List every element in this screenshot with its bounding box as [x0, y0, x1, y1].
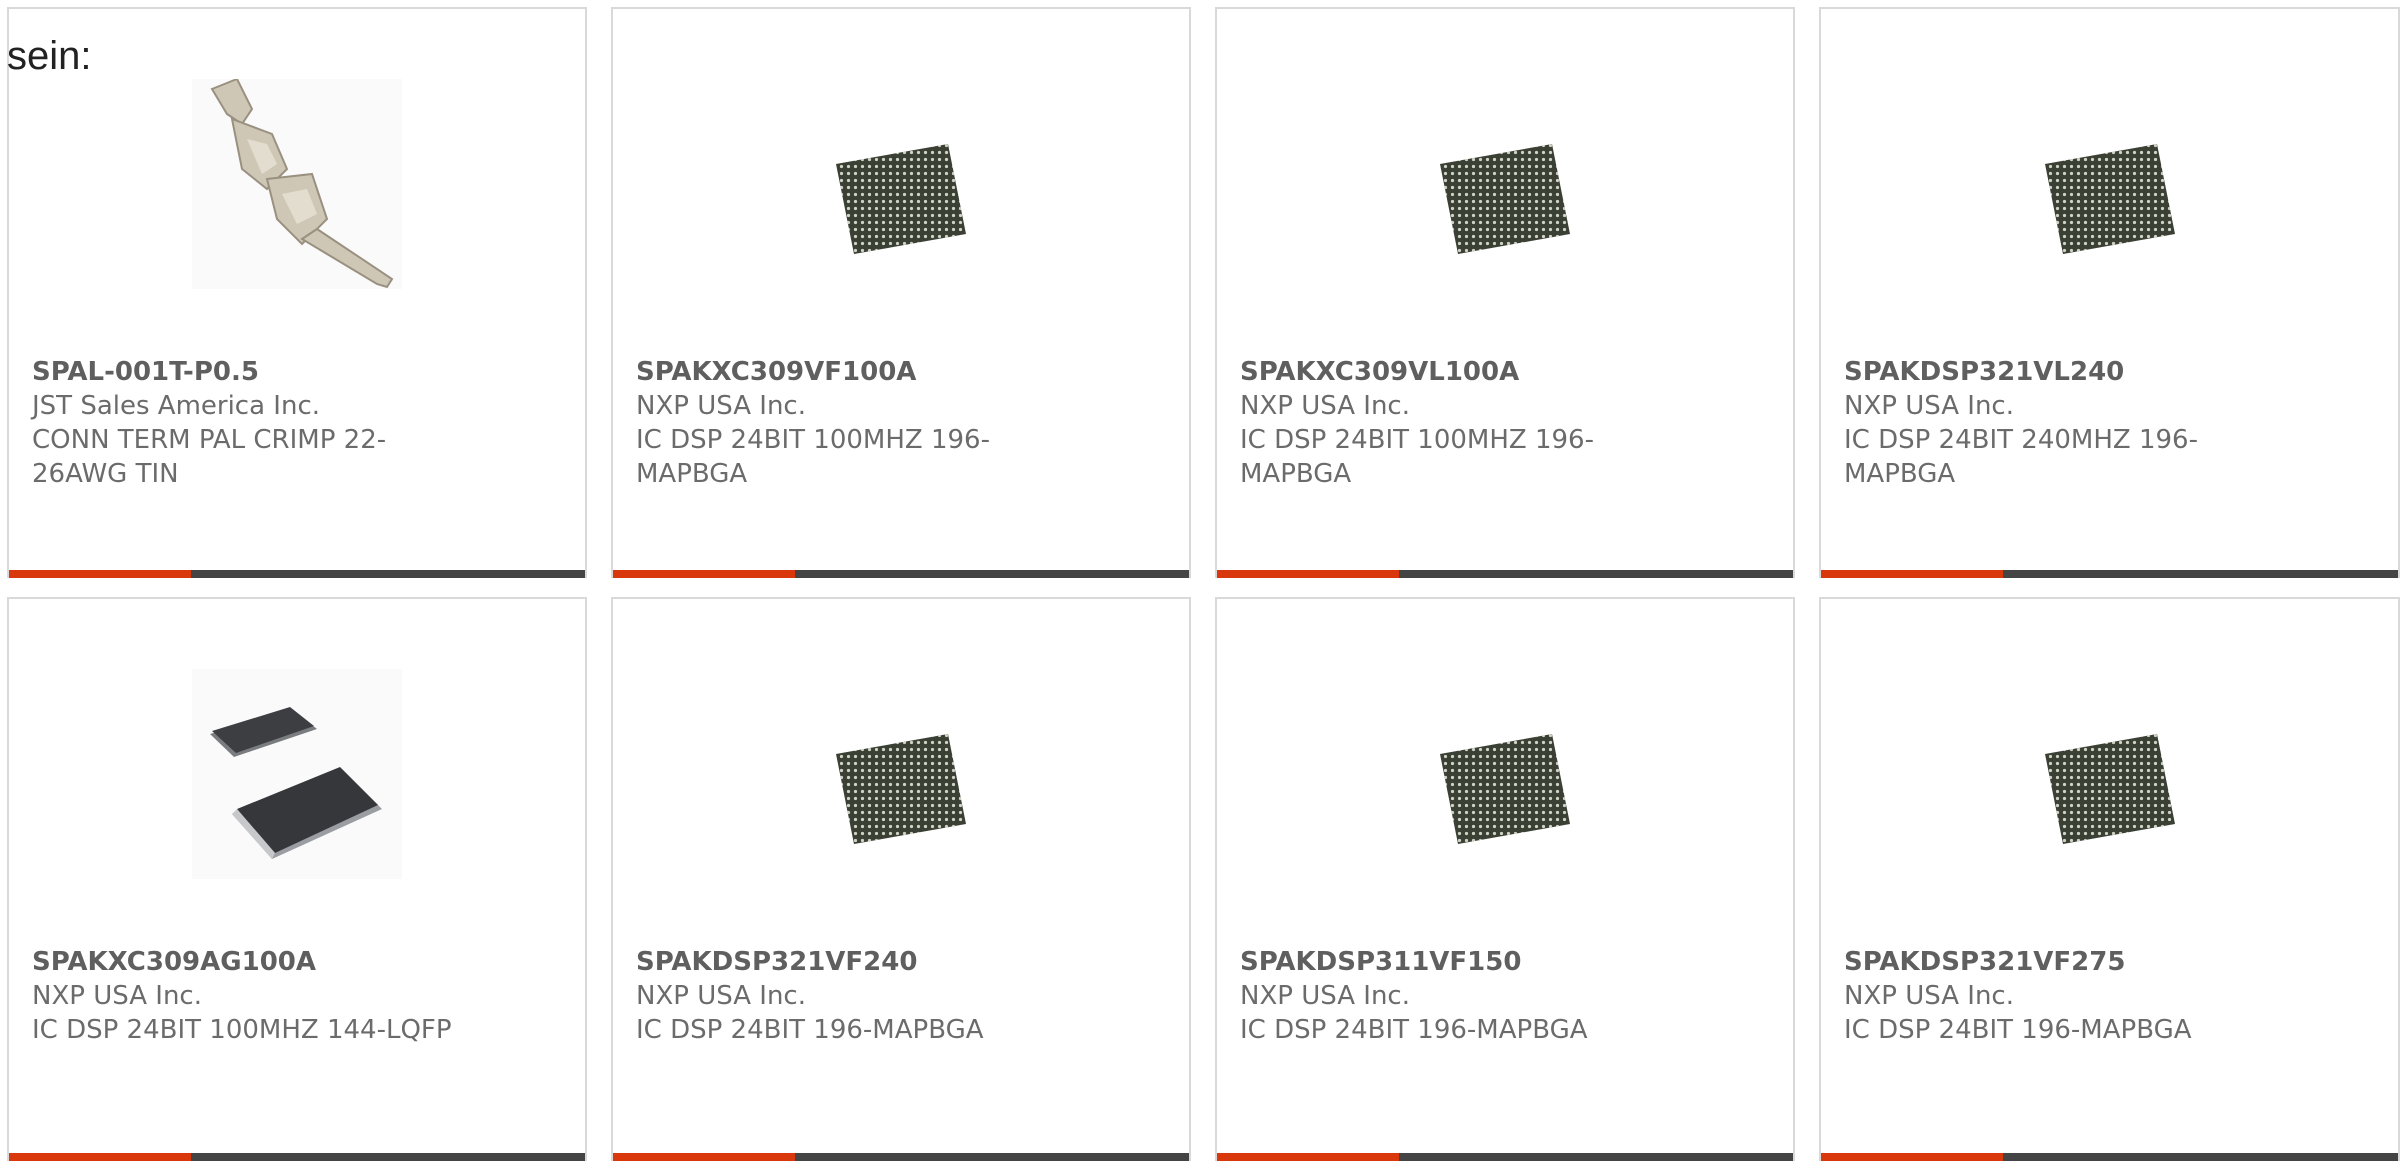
product-card[interactable]: SPAKXC309VL100A NXP USA Inc. IC DSP 24BI… — [1215, 7, 1795, 578]
manufacturer-name: NXP USA Inc. — [1240, 981, 1410, 1011]
product-info: SPAKDSP311VF150 NXP USA Inc. IC DSP 24BI… — [1240, 945, 1660, 1047]
manufacturer-name: NXP USA Inc. — [1844, 391, 2014, 421]
product-description: IC DSP 24BIT 196-MAPBGA — [1240, 1015, 1588, 1045]
part-number-link[interactable]: SPAKXC309VF100A — [636, 355, 1056, 389]
product-grid: SPAL-001T-P0.5 JST Sales America Inc. CO… — [0, 0, 2400, 1161]
card-footer-bar — [1217, 570, 1793, 578]
part-number-link[interactable]: SPAKDSP321VL240 — [1844, 355, 2264, 389]
manufacturer-name: NXP USA Inc. — [636, 391, 806, 421]
product-card[interactable]: SPAKXC309AG100A NXP USA Inc. IC DSP 24BI… — [7, 597, 587, 1161]
product-info: SPAKDSP321VF240 NXP USA Inc. IC DSP 24BI… — [636, 945, 1056, 1047]
product-info: SPAKXC309AG100A NXP USA Inc. IC DSP 24BI… — [32, 945, 452, 1047]
card-accent-bar — [1217, 1153, 1399, 1161]
product-description: IC DSP 24BIT 196-MAPBGA — [1844, 1015, 2192, 1045]
product-description: IC DSP 24BIT 100MHZ 196-MAPBGA — [1240, 425, 1594, 489]
product-description: IC DSP 24BIT 100MHZ 144-LQFP — [32, 1015, 452, 1045]
part-number-link[interactable]: SPAKXC309VL100A — [1240, 355, 1660, 389]
card-footer-bar — [1821, 1153, 2398, 1161]
bga-chip-icon — [2005, 669, 2215, 879]
product-info: SPAL-001T-P0.5 JST Sales America Inc. CO… — [32, 355, 452, 491]
card-accent-bar — [9, 570, 191, 578]
manufacturer-name: NXP USA Inc. — [1240, 391, 1410, 421]
product-card[interactable]: SPAKDSP311VF150 NXP USA Inc. IC DSP 24BI… — [1215, 597, 1795, 1161]
lqfp-chip-icon — [192, 669, 402, 879]
product-description: IC DSP 24BIT 196-MAPBGA — [636, 1015, 984, 1045]
product-info: SPAKDSP321VL240 NXP USA Inc. IC DSP 24BI… — [1844, 355, 2264, 491]
card-accent-bar — [1821, 1153, 2003, 1161]
card-footer-bar — [613, 570, 1189, 578]
bga-chip-icon — [1400, 669, 1610, 879]
product-grid-page: sein: SPAL-001T-P0.5 JST Sales America I… — [0, 0, 2400, 1161]
card-accent-bar — [1821, 570, 2003, 578]
card-footer-bar — [613, 1153, 1189, 1161]
card-accent-bar — [1217, 570, 1399, 578]
part-number-link[interactable]: SPAKXC309AG100A — [32, 945, 452, 979]
part-number-link[interactable]: SPAKDSP321VF275 — [1844, 945, 2264, 979]
product-card[interactable]: SPAKDSP321VF240 NXP USA Inc. IC DSP 24BI… — [611, 597, 1191, 1161]
bga-chip-icon — [1400, 79, 1610, 289]
card-accent-bar — [9, 1153, 191, 1161]
product-info: SPAKXC309VF100A NXP USA Inc. IC DSP 24BI… — [636, 355, 1056, 491]
manufacturer-name: NXP USA Inc. — [32, 981, 202, 1011]
manufacturer-name: JST Sales America Inc. — [32, 391, 321, 421]
product-info: SPAKDSP321VF275 NXP USA Inc. IC DSP 24BI… — [1844, 945, 2264, 1047]
crimp-terminal-icon — [192, 79, 402, 289]
product-info: SPAKXC309VL100A NXP USA Inc. IC DSP 24BI… — [1240, 355, 1660, 491]
card-footer-bar — [9, 1153, 585, 1161]
part-number-link[interactable]: SPAL-001T-P0.5 — [32, 355, 452, 389]
product-card[interactable]: SPAKDSP321VL240 NXP USA Inc. IC DSP 24BI… — [1819, 7, 2400, 578]
manufacturer-name: NXP USA Inc. — [1844, 981, 2014, 1011]
bga-chip-icon — [796, 79, 1006, 289]
card-footer-bar — [9, 570, 585, 578]
card-accent-bar — [613, 570, 795, 578]
manufacturer-name: NXP USA Inc. — [636, 981, 806, 1011]
product-description: CONN TERM PAL CRIMP 22-26AWG TIN — [32, 425, 387, 489]
card-accent-bar — [613, 1153, 795, 1161]
product-card[interactable]: SPAL-001T-P0.5 JST Sales America Inc. CO… — [7, 7, 587, 578]
intro-text: sein: — [7, 34, 92, 78]
product-card[interactable]: SPAKDSP321VF275 NXP USA Inc. IC DSP 24BI… — [1819, 597, 2400, 1161]
card-footer-bar — [1217, 1153, 1793, 1161]
part-number-link[interactable]: SPAKDSP321VF240 — [636, 945, 1056, 979]
part-number-link[interactable]: SPAKDSP311VF150 — [1240, 945, 1660, 979]
card-footer-bar — [1821, 570, 2398, 578]
product-card[interactable]: SPAKXC309VF100A NXP USA Inc. IC DSP 24BI… — [611, 7, 1191, 578]
product-description: IC DSP 24BIT 100MHZ 196-MAPBGA — [636, 425, 990, 489]
bga-chip-icon — [796, 669, 1006, 879]
product-description: IC DSP 24BIT 240MHZ 196-MAPBGA — [1844, 425, 2198, 489]
bga-chip-icon — [2005, 79, 2215, 289]
